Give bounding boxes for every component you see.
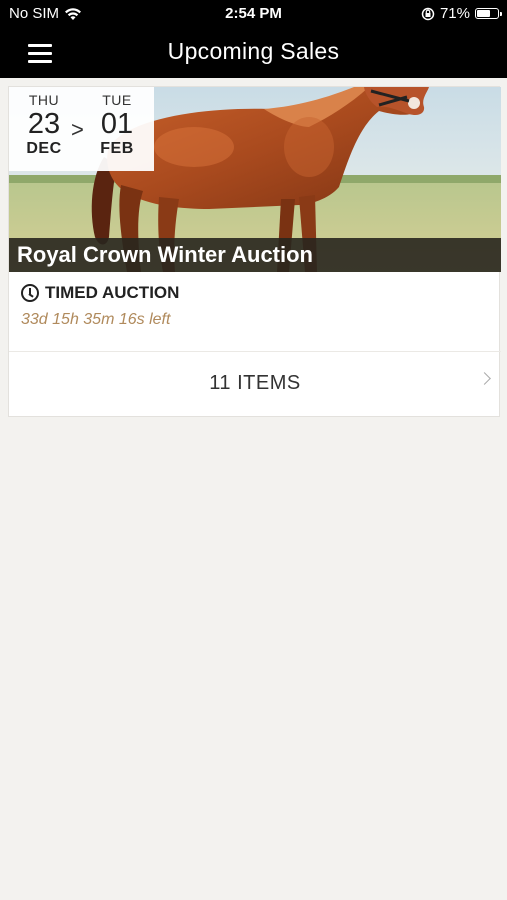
orientation-lock-icon <box>421 7 435 20</box>
time-remaining: 33d 15h 35m 16s left <box>21 311 171 328</box>
battery-percent: 71% <box>439 5 470 22</box>
end-day: 01 <box>100 108 134 140</box>
sale-date-range: THU 23 DEC > TUE 01 FEB <box>9 87 154 171</box>
sale-card[interactable]: THU 23 DEC > TUE 01 FEB Royal Crown Wint… <box>8 86 501 417</box>
end-month: FEB <box>100 140 134 157</box>
auction-info: TIMED AUCTION 33d 15h 35m 16s left <box>21 283 179 329</box>
start-day: 23 <box>27 108 61 140</box>
nav-bar: Upcoming Sales <box>0 28 507 78</box>
page-title: Upcoming Sales <box>167 38 340 64</box>
start-month: DEC <box>26 140 62 157</box>
status-bar: No SIM 2:54 PM 71% <box>0 0 507 28</box>
clock-icon <box>21 284 39 302</box>
items-count-label: 11 ITEMS <box>209 372 301 394</box>
end-day-of-week: TUE <box>102 92 132 108</box>
battery-icon <box>475 8 502 19</box>
start-date: THU 23 DEC <box>22 92 66 158</box>
sale-title[interactable]: Royal Crown Winter Auction <box>9 238 501 272</box>
end-date: TUE 01 FEB <box>95 92 139 158</box>
status-right-group: 71% <box>421 5 502 22</box>
start-day-of-week: THU <box>28 92 60 108</box>
date-range-arrow: > <box>71 117 84 142</box>
sale-hero-image[interactable]: THU 23 DEC > TUE 01 FEB Royal Crown Wint… <box>9 87 501 272</box>
auction-type: TIMED AUCTION <box>21 283 179 303</box>
auction-type-label: TIMED AUCTION <box>45 283 180 302</box>
battery-fill <box>477 10 490 17</box>
items-link[interactable]: 11 ITEMS <box>9 352 501 417</box>
